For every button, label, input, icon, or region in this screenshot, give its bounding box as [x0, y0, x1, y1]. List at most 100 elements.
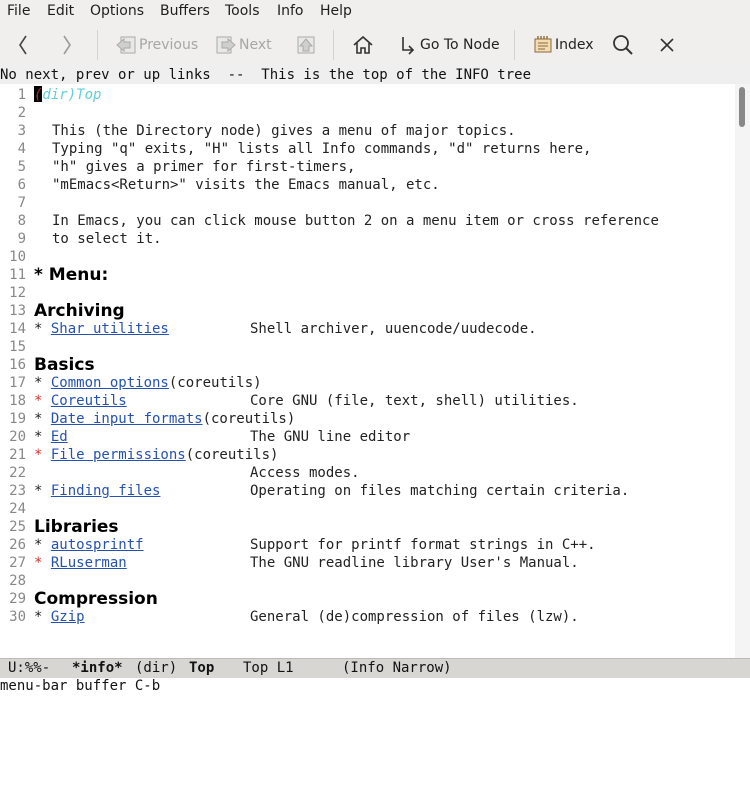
line-number: 4 [17, 141, 26, 157]
index-button[interactable]: Index [532, 24, 594, 66]
forward-button[interactable] [60, 24, 74, 66]
next-button[interactable]: Next [214, 24, 272, 66]
line-number: 29 [9, 591, 26, 607]
menu-entry-bullet: * [34, 483, 51, 499]
menu-entry-link[interactable]: Gzip [51, 609, 85, 625]
search-icon [613, 35, 633, 55]
line-number: 5 [17, 159, 26, 175]
search-button[interactable] [611, 24, 635, 66]
toolbar-separator [97, 30, 98, 60]
line-number: 17 [9, 375, 26, 391]
previous-node-icon [116, 36, 136, 54]
next-node-icon [216, 36, 236, 54]
menu-entry-description: The GNU line editor [250, 429, 411, 445]
menu-entry-description: Shell archiver, uuencode/uudecode. [250, 321, 537, 337]
toolbar-separator [514, 30, 515, 60]
menu-info[interactable]: Info [277, 3, 304, 19]
intro-text: "mEmacs<Return>" visits the Emacs manual… [52, 177, 440, 193]
back-arrow-icon [19, 35, 27, 55]
intro-text: In Emacs, you can click mouse button 2 o… [52, 213, 659, 229]
line-number: 22 [9, 465, 26, 481]
section-heading: Basics [34, 355, 95, 375]
mode-line: U:%%- *info* (dir) Top Top L1 (Info Narr… [0, 658, 750, 678]
back-button[interactable] [16, 24, 30, 66]
top-node-button[interactable] [351, 24, 375, 66]
menu-entry-description: Operating on files matching certain crit… [250, 483, 630, 499]
menu-entry-link[interactable]: Finding files [51, 483, 161, 499]
line-number: 9 [17, 231, 26, 247]
line-number: 18 [9, 393, 26, 409]
line-number: 11 [9, 267, 26, 283]
line-number: 28 [9, 573, 26, 589]
menu-entry-bullet: * [34, 393, 51, 409]
info-buffer[interactable]: 1 (dir)Top 2 3 This (the Directory node) giv… [0, 84, 735, 658]
menu-entry-manual: (coreutils) [185, 447, 279, 463]
menu-entry-link[interactable]: Coreutils [51, 393, 127, 409]
menu-entry-link[interactable]: File permissions [51, 447, 186, 463]
modeline-position: Top L1 [243, 660, 294, 676]
menu-entry-description: Access modes. [250, 465, 360, 481]
menu-entry-description: The GNU readline library User's Manual. [250, 555, 579, 571]
menu-entry-description: Support for printf format strings in C++… [250, 537, 596, 553]
menu-options[interactable]: Options [90, 3, 144, 19]
toolbar: Previous Next Go To Node Index [0, 24, 750, 67]
line-number: 1 [17, 87, 26, 103]
up-button[interactable] [294, 24, 318, 66]
modeline-modes[interactable]: (Info Narrow) [342, 659, 452, 678]
menu-help[interactable]: Help [320, 3, 352, 19]
previous-label: Previous [139, 37, 199, 53]
exit-button[interactable] [658, 24, 676, 66]
vertical-scrollbar[interactable] [735, 84, 750, 658]
line-number: 14 [9, 321, 26, 337]
line-number: 30 [9, 609, 26, 625]
menu-entry-link[interactable]: RLuserman [51, 555, 127, 571]
menu-entry-bullet: * [34, 321, 51, 337]
home-icon [353, 35, 373, 54]
line-number: 23 [9, 483, 26, 499]
index-icon [534, 36, 552, 53]
menu-entry-link[interactable]: Common options [51, 375, 169, 391]
node-title: (dir)Top [34, 87, 102, 103]
menu-entry-link[interactable]: Ed [51, 429, 68, 445]
line-number: 15 [9, 339, 26, 355]
intro-text: This (the Directory node) gives a menu o… [52, 123, 516, 139]
modeline-buffer-name[interactable]: *info* [72, 659, 123, 678]
menu-entry-bullet: * [34, 429, 51, 445]
intro-text: to select it. [52, 231, 162, 247]
line-number: 20 [9, 429, 26, 445]
menu-entry-bullet: * [34, 555, 51, 571]
menu-entry-bullet: * [34, 609, 51, 625]
section-heading: Archiving [34, 301, 125, 321]
line-number: 21 [9, 447, 26, 463]
menu-file[interactable]: File [7, 3, 30, 19]
next-label: Next [239, 37, 272, 53]
forward-arrow-icon [63, 35, 71, 55]
menu-entry-description: General (de)compression of files (lzw). [250, 609, 579, 625]
echo-area: menu-bar buffer C-b [0, 678, 161, 694]
line-number: 26 [9, 537, 26, 553]
menu-entry-bullet: * [34, 447, 51, 463]
line-number: 2 [17, 105, 26, 121]
previous-button[interactable]: Previous [114, 24, 198, 66]
goto-node-button[interactable]: Go To Node [399, 24, 500, 66]
line-number: 13 [9, 303, 26, 319]
menu-buffers[interactable]: Buffers [160, 3, 210, 19]
line-number: 3 [17, 123, 26, 139]
menu-tools[interactable]: Tools [225, 3, 260, 19]
line-number: 19 [9, 411, 26, 427]
menu-bar: File Edit Options Buffers Tools Info Hel… [0, 0, 750, 24]
scrollbar-thumb[interactable] [739, 87, 745, 127]
goto-node-label: Go To Node [420, 37, 500, 53]
menu-entry-link[interactable]: autosprintf [51, 537, 144, 553]
line-number: 27 [9, 555, 26, 571]
menu-entry-link[interactable]: Shar utilities [51, 321, 169, 337]
line-number: 16 [9, 357, 26, 373]
menu-edit[interactable]: Edit [47, 3, 74, 19]
toolbar-separator [333, 30, 334, 60]
up-node-icon [297, 36, 315, 54]
intro-text: "h" gives a primer for first-timers, [52, 159, 356, 175]
index-label: Index [555, 37, 594, 53]
menu-entry-manual: (coreutils) [168, 375, 262, 391]
line-number: 8 [17, 213, 26, 229]
menu-entry-link[interactable]: Date input formats [51, 411, 203, 427]
